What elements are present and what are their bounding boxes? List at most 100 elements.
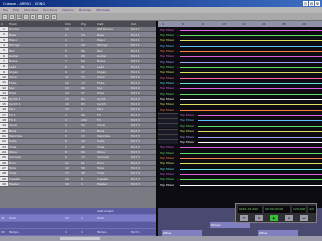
part-line[interactable] [198,141,322,143]
part-label: Top Mixer [180,123,195,128]
track-cell: 15 [81,128,85,133]
track-row[interactable] [0,222,156,229]
part-line[interactable] [180,77,322,79]
track-cell: 12 [0,85,8,91]
track-cell: 59 [81,166,85,171]
track-cell: FX 2 [9,118,16,123]
menu-item[interactable]: Windows [96,8,109,12]
track-cell: Cello [97,139,105,144]
horizontal-scrollbar[interactable] [0,236,322,241]
track-row[interactable]: 32 Tempo 1 1 Tempo Port 1 [0,229,156,236]
track-cell: 9 [65,69,67,74]
menu-item[interactable]: Modules [79,8,91,12]
part-line[interactable] [180,56,322,58]
maximize-icon[interactable]: □ [309,1,314,6]
menu-item[interactable]: Functions [43,8,57,12]
track-cell: Port 1 [131,32,140,37]
part-line[interactable] [198,136,322,138]
part-line[interactable] [180,173,322,175]
part-line[interactable] [180,29,322,31]
track-cell: 23 [0,144,8,149]
column-header[interactable]: Out [130,22,156,26]
part-line[interactable] [180,34,322,36]
signature-display[interactable]: 4/4 [308,206,316,213]
pointer-icon[interactable]: ↖ [2,13,8,20]
track-cell: 10 [65,216,69,220]
track-row[interactable]: Instrument [0,208,156,215]
track-cell: Click [9,216,17,220]
part-label: Top Mixer [160,161,175,166]
menu-item[interactable]: Structure [24,8,38,12]
track-cell: Port 4 [131,171,140,176]
column-header[interactable]: Prg [80,22,96,26]
track-cell: 74 [81,80,85,85]
part-line[interactable] [180,50,322,52]
eraser-icon[interactable]: ⌫ [16,13,22,20]
track-cell: Tempo [97,230,107,234]
rewind-icon[interactable]: ⏮ [240,215,248,221]
part-line[interactable] [180,184,322,186]
part-label: Top Mixer [160,145,175,150]
menu-item[interactable]: Options [62,8,74,12]
menu-item[interactable]: File [3,8,8,12]
part-line[interactable] [180,157,322,159]
part-line[interactable] [180,99,322,101]
part-line[interactable] [180,163,322,165]
magnify-icon[interactable]: ⌕ [37,13,43,20]
minimize-icon[interactable]: _ [303,1,308,6]
part-label: Top Mixer [160,155,175,160]
part-line[interactable] [180,179,322,181]
track-cell: Synth 2 [9,101,21,106]
part-line[interactable] [180,40,322,42]
close-icon[interactable]: × [315,1,320,6]
ruler-tick-label: 1 [162,21,164,26]
part-line[interactable] [180,88,322,90]
mute-icon[interactable]: M [44,13,50,20]
grid-icon[interactable]: # [51,13,57,20]
part-line[interactable] [180,45,322,47]
column-header[interactable]: Instr [96,22,130,26]
part-line[interactable] [198,125,322,127]
track-cell: Tuba [9,166,17,171]
track-cell: Vocal [9,123,17,128]
track-cell: 4 [65,128,67,133]
track-row[interactable]: 30 Master 16 1 Master Port 4 [0,181,156,188]
stop-icon[interactable]: ⏹ [255,215,263,221]
part-line[interactable] [180,104,322,106]
track-cell: Port 1 [131,48,140,53]
track-cell: 66 [81,85,85,90]
part-line[interactable] [180,147,322,149]
track-cell: Port 1 [131,59,140,64]
part-line[interactable] [198,115,322,117]
track-cell: Organ [97,69,107,74]
column-header[interactable]: C [0,22,8,26]
menu-item[interactable]: Edit [13,8,19,12]
column-header[interactable]: Chn [64,22,80,26]
track-cell: Marimba [97,134,111,139]
column-header[interactable]: Track [8,22,64,26]
part-line[interactable] [180,93,322,95]
part-line[interactable] [180,109,322,111]
track-row[interactable]: 31 Click 10 1 Click [0,215,156,222]
tempo-display[interactable]: 120.000 [292,206,306,213]
time-display[interactable]: 00:00:00:00 [264,206,290,213]
part-line[interactable] [180,61,322,63]
part-label: Top Mixer [180,129,195,134]
part-line[interactable] [180,66,322,68]
part-line[interactable] [198,131,322,133]
part-line[interactable] [198,120,322,122]
song-position-display[interactable]: 0001.01.000 [238,206,262,213]
scissors-icon[interactable]: ✂ [23,13,29,20]
pencil-icon[interactable]: ✎ [9,13,15,20]
scrollbar-thumb[interactable] [60,237,100,240]
glue-icon[interactable]: ⊕ [30,13,36,20]
record-icon[interactable]: ⏺ [285,215,293,221]
part-line[interactable] [180,152,322,154]
track-cell: Port 1 [131,69,140,74]
arrange-lane[interactable]: Top Mixer [158,182,322,187]
play-icon[interactable]: ▶ [270,215,278,221]
part-line[interactable] [180,72,322,74]
part-line[interactable] [180,168,322,170]
part-line[interactable] [180,83,322,84]
forward-icon[interactable]: ⏭ [300,215,308,221]
